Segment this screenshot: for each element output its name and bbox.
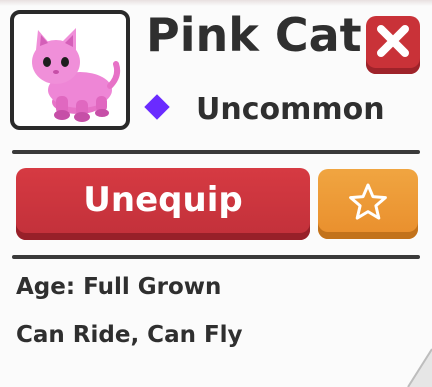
pet-name: Pink Cat bbox=[146, 8, 362, 62]
favorite-button[interactable] bbox=[318, 169, 418, 239]
unequip-button[interactable]: Unequip bbox=[16, 168, 310, 240]
age-text: Age: Full Grown bbox=[16, 274, 222, 300]
pet-thumbnail bbox=[10, 10, 130, 130]
close-button[interactable] bbox=[366, 16, 420, 74]
divider bbox=[12, 255, 420, 259]
corner-fold-icon bbox=[407, 348, 432, 387]
unequip-label: Unequip bbox=[83, 180, 243, 220]
star-icon bbox=[349, 183, 387, 220]
abilities-text: Can Ride, Can Fly bbox=[16, 322, 243, 348]
pet-info-panel: Pink Cat Uncommon Unequip Age: Full Grow… bbox=[0, 0, 432, 387]
top-strip bbox=[0, 0, 432, 6]
rarity-label: Uncommon bbox=[196, 92, 385, 127]
pink-cat-icon bbox=[32, 28, 121, 122]
divider bbox=[12, 150, 420, 154]
rarity-diamond-icon bbox=[144, 94, 170, 120]
close-icon bbox=[377, 25, 409, 57]
